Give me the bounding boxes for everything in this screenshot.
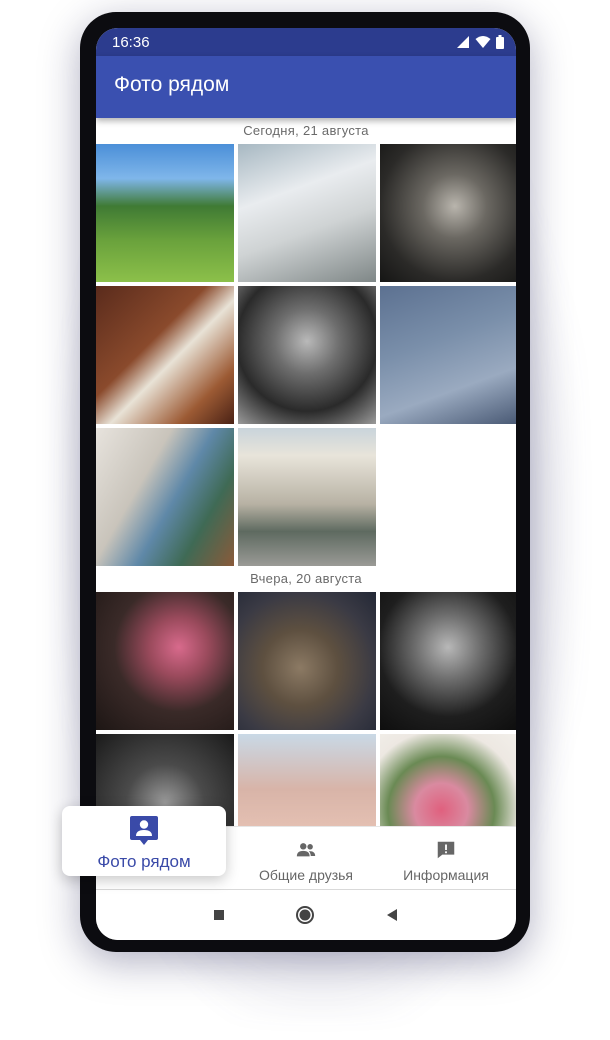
photo-thumbnail[interactable] xyxy=(380,734,516,826)
photo-thumbnail[interactable] xyxy=(96,144,234,282)
info-icon xyxy=(437,841,455,859)
photo-thumbnail[interactable] xyxy=(96,286,234,424)
photo-thumbnail[interactable] xyxy=(96,592,234,730)
nav-tab-info[interactable]: Информация xyxy=(376,827,516,891)
back-icon[interactable] xyxy=(382,904,404,926)
photo-thumbnail[interactable] xyxy=(380,592,516,730)
recent-apps-icon[interactable] xyxy=(208,904,230,926)
nav-tab-photos-nearby[interactable]: Фото рядом xyxy=(62,806,226,876)
nav-tab-label: Информация xyxy=(403,867,489,883)
date-header-today: Сегодня, 21 августа xyxy=(243,123,369,138)
date-header-yesterday: Вчера, 20 августа xyxy=(250,571,362,586)
photo-thumbnail[interactable] xyxy=(238,144,376,282)
phone-screen: 16:36 Фото рядом Сегодня, 21 августа Вче… xyxy=(96,28,516,940)
photo-grid-today xyxy=(96,144,516,566)
app-bar: Фото рядом xyxy=(96,56,516,118)
photo-thumbnail[interactable] xyxy=(238,734,376,826)
battery-icon xyxy=(496,35,504,49)
nav-tab-mutual-friends[interactable]: Общие друзья xyxy=(236,827,376,891)
app-title: Фото рядом xyxy=(114,73,230,96)
photo-thumbnail[interactable] xyxy=(238,592,376,730)
photo-thumbnail[interactable] xyxy=(380,286,516,424)
nav-tab-label: Общие друзья xyxy=(258,867,353,883)
system-navigation-bar xyxy=(96,890,516,940)
photo-feed[interactable]: Сегодня, 21 августа Вчера, 20 августа xyxy=(96,118,516,826)
photo-thumbnail[interactable] xyxy=(380,144,516,282)
home-icon[interactable] xyxy=(294,904,316,926)
status-bar: 16:36 xyxy=(96,28,516,56)
photo-thumbnail[interactable] xyxy=(96,428,234,566)
people-icon xyxy=(296,843,316,857)
photo-grid-yesterday xyxy=(96,592,516,826)
photo-thumbnail[interactable] xyxy=(238,428,376,566)
person-pin-icon xyxy=(130,816,158,845)
status-time: 16:36 xyxy=(112,34,150,51)
wifi-icon xyxy=(475,36,491,48)
photo-thumbnail[interactable] xyxy=(238,286,376,424)
signal-icon xyxy=(457,36,469,48)
status-icons xyxy=(456,35,504,49)
nav-tab-label: Фото рядом xyxy=(97,852,191,871)
